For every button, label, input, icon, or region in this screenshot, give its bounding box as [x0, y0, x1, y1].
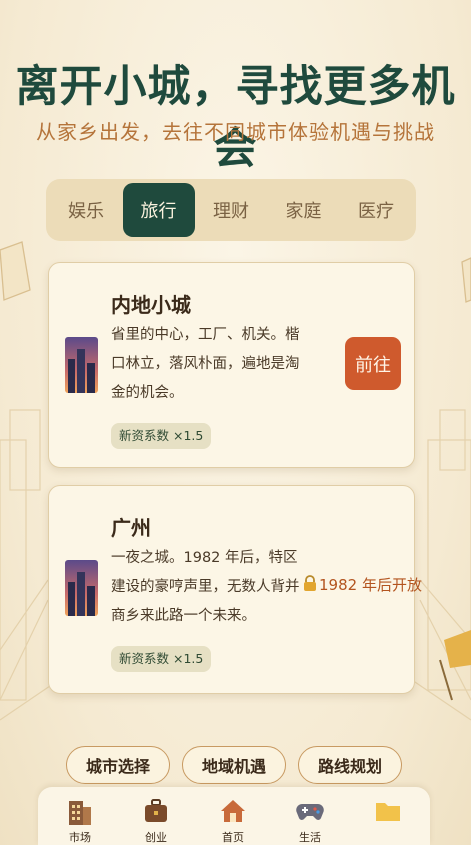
city-thumbnail	[65, 560, 98, 616]
gamepad-icon	[280, 795, 340, 827]
nav-item-life[interactable]: 生活	[280, 795, 340, 845]
salary-badge: 新资系数 ×1.5	[111, 423, 212, 449]
card-description: 一夜之城。1982 年后，特区建设的豪哼声里，无数人背并商乡来此路一个未来。	[111, 550, 300, 624]
page-subtitle: 从家乡出发，去往不同城市体验机遇与挑战	[36, 120, 435, 144]
locked-label: 1982 年后开放	[319, 576, 422, 594]
briefcase-icon	[126, 795, 186, 827]
building-icon	[50, 795, 110, 827]
card-description: 省里的中心，工厂、机关。楷口林立，落风朴面，遍地是淘金的机会。	[111, 327, 300, 401]
card-title: 广州	[111, 516, 151, 540]
city-select-button[interactable]: 城市选择	[66, 746, 170, 784]
lock-icon	[303, 574, 317, 595]
nav-label: 创业	[145, 831, 167, 844]
card-title: 内地小城	[111, 293, 191, 317]
regional-opportunity-button[interactable]: 地域机遇	[182, 746, 286, 784]
route-planning-button[interactable]: 路线规划	[298, 746, 402, 784]
nav-label: 首页	[222, 831, 244, 844]
tab-finance[interactable]: 理财	[195, 183, 267, 237]
tab-family[interactable]: 家庭	[268, 183, 340, 237]
nav-item-market[interactable]: 市场	[50, 795, 110, 845]
locked-status: 1982 年后开放	[303, 574, 422, 595]
city-card-inland: 内地小城 省里的中心，工厂、机关。楷口林立，落风朴面，遍地是淘金的机会。 新资系…	[48, 262, 415, 468]
nav-item-startup[interactable]: 创业	[126, 795, 186, 845]
salary-badge: 新资系数 ×1.5	[111, 646, 212, 672]
tab-travel[interactable]: 旅行	[122, 183, 195, 237]
folder-icon	[358, 795, 418, 827]
nav-item-folder[interactable]	[358, 795, 418, 829]
nav-label: 生活	[299, 831, 321, 844]
category-tabs: 娱乐 旅行 理财 家庭 医疗	[46, 179, 416, 241]
city-card-guangzhou: 广州 一夜之城。1982 年后，特区建设的豪哼声里，无数人背并商乡来此路一个未来…	[48, 485, 422, 694]
city-thumbnail	[65, 337, 98, 393]
tab-medical[interactable]: 医疗	[340, 183, 412, 237]
page-title: 离开小城，寻找更多机会	[15, 62, 456, 174]
home-icon	[203, 795, 263, 827]
nav-label: 市场	[69, 831, 91, 844]
go-button[interactable]: 前往	[345, 337, 401, 390]
tab-entertainment[interactable]: 娱乐	[50, 183, 122, 237]
bottom-nav: 市场 创业 首页 生活	[38, 787, 430, 845]
nav-item-home[interactable]: 首页	[203, 795, 263, 845]
